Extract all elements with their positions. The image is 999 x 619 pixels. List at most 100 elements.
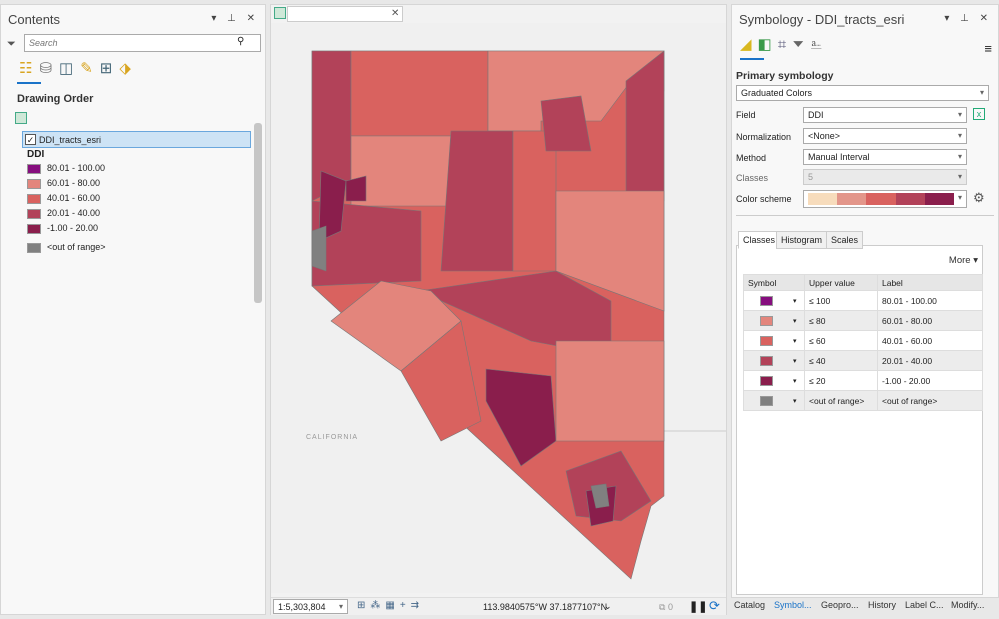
bottom-tab-4[interactable]: Label C... <box>905 600 944 610</box>
chevron-down-icon[interactable]: ▾ <box>793 338 797 345</box>
bottom-tab-1[interactable]: Symbol... <box>774 600 812 610</box>
legend-item: 40.01 - 60.00 <box>27 193 100 204</box>
selection-icon[interactable]: ◫ <box>59 60 80 77</box>
field-select[interactable]: DDI <box>803 107 967 123</box>
label-cell[interactable]: 80.01 - 100.00 <box>877 290 983 311</box>
bottom-tab-3[interactable]: History <box>868 600 896 610</box>
class-row[interactable]: ▾ ≤ 40 20.01 - 40.00 <box>743 350 983 371</box>
class-swatch[interactable] <box>760 335 773 346</box>
ramp-step <box>866 193 896 205</box>
legend-field: DDI <box>27 149 45 160</box>
symbol-cell[interactable]: ▾ <box>743 390 805 411</box>
label-cell[interactable]: 40.01 - 60.00 <box>877 330 983 351</box>
upper-value-cell[interactable]: <out of range> <box>804 390 878 411</box>
tab-classes[interactable]: Classes <box>738 231 781 249</box>
chevron-down-icon[interactable]: ▾ <box>793 378 797 385</box>
coord-dropdown[interactable]: ⌄ <box>604 601 612 612</box>
scrollbar[interactable] <box>254 123 262 303</box>
expression-button[interactable]: x <box>973 108 985 120</box>
normalization-select[interactable]: <None> <box>803 128 967 144</box>
ramp-step <box>837 193 867 205</box>
label-cell[interactable]: 60.01 - 80.00 <box>877 310 983 331</box>
class-row[interactable]: ▾ ≤ 100 80.01 - 100.00 <box>743 290 983 311</box>
search-input[interactable] <box>24 34 261 52</box>
map-view[interactable]: ✕ CALIFORNIA 1:5,303,804 ▾ ⊞⁂▦+⇉ 113.984… <box>270 4 727 615</box>
filter-icon[interactable]: ⏷ <box>7 38 16 51</box>
symbol-cell[interactable]: ▾ <box>743 310 805 331</box>
upper-value-cell[interactable]: ≤ 80 <box>804 310 878 331</box>
class-row[interactable]: ▾ ≤ 80 60.01 - 80.00 <box>743 310 983 331</box>
renderer-select[interactable]: Graduated Colors <box>736 85 989 101</box>
col-label[interactable]: Label <box>877 274 983 291</box>
upper-value-cell[interactable]: ≤ 40 <box>804 350 878 371</box>
tab-scales[interactable]: Scales <box>826 231 864 249</box>
symbol-cell[interactable]: ▾ <box>743 330 805 351</box>
chevron-down-icon[interactable]: ▾ <box>793 298 797 305</box>
selected-count: 0 <box>667 602 673 612</box>
label-cell[interactable]: <out of range> <box>877 390 983 411</box>
region <box>311 225 327 272</box>
tab-histogram[interactable]: Histogram <box>776 231 828 249</box>
close-tab-icon[interactable]: ✕ <box>391 8 399 19</box>
upper-value-cell[interactable]: ≤ 20 <box>804 370 878 391</box>
selected-features[interactable]: ⧉ 0 <box>659 602 673 613</box>
class-swatch[interactable] <box>760 395 773 406</box>
more-label: More <box>948 255 971 266</box>
chevron-down-icon[interactable]: ▾ <box>793 398 797 405</box>
color-ramp <box>808 193 955 205</box>
drawing-order-icon[interactable]: ☷ <box>19 60 39 77</box>
active-tab-indicator <box>17 82 41 84</box>
label-cell[interactable]: -1.00 - 20.00 <box>877 370 983 391</box>
class-row[interactable]: ▾ ≤ 60 40.01 - 60.00 <box>743 330 983 351</box>
map-node-icon[interactable] <box>15 112 27 124</box>
layer-row[interactable]: ✓ DDI_tracts_esri <box>22 131 251 148</box>
layer-checkbox[interactable]: ✓ <box>25 134 36 145</box>
map-tools[interactable]: ⊞⁂▦+⇉ <box>357 600 424 611</box>
class-row[interactable]: ▾ ≤ 20 -1.00 - 20.00 <box>743 370 983 391</box>
chevron-down-icon[interactable]: ▾ <box>793 358 797 365</box>
upper-value-cell[interactable]: ≤ 100 <box>804 290 878 311</box>
upper-value-cell[interactable]: ≤ 60 <box>804 330 878 351</box>
symbol-cell[interactable]: ▾ <box>743 350 805 371</box>
editing-icon[interactable]: ✎ <box>80 60 100 77</box>
region <box>555 340 665 442</box>
class-swatch[interactable] <box>760 315 773 326</box>
symbol-cell[interactable]: ▾ <box>743 370 805 391</box>
scale-select[interactable]: 1:5,303,804 <box>273 599 348 614</box>
pause-button[interactable]: ❚❚ <box>689 600 707 613</box>
class-row[interactable]: ▾ <out of range> <out of range> <box>743 390 983 411</box>
primary-symbology-icon[interactable]: ◢ <box>740 36 758 53</box>
class-swatch[interactable] <box>760 295 773 306</box>
snapping-icon[interactable]: ⊞ <box>100 60 120 77</box>
symbol-cell[interactable]: ▾ <box>743 290 805 311</box>
filter-icon[interactable]: ⏷ <box>792 36 810 53</box>
method-select[interactable]: Manual Interval <box>803 149 967 165</box>
vary-symbology-icon[interactable]: ◧ <box>758 36 778 53</box>
col-upper[interactable]: Upper value <box>804 274 878 291</box>
chevron-down-icon[interactable]: ▾ <box>793 318 797 325</box>
bottom-tab-0[interactable]: Catalog <box>734 600 765 610</box>
bottom-tab-5[interactable]: Modify... <box>951 600 984 610</box>
bottom-tab-2[interactable]: Geopro... <box>821 600 859 610</box>
refresh-button[interactable]: ⟳ <box>709 598 720 614</box>
class-swatch[interactable] <box>760 375 773 386</box>
pane-controls[interactable]: ▾ ⊥ ✕ <box>944 13 992 24</box>
legend-label: -1.00 - 20.00 <box>47 223 99 233</box>
ramp-step <box>895 193 925 205</box>
pane-controls[interactable]: ▾ ⊥ ✕ <box>211 13 259 24</box>
symbol-layers-icon[interactable]: ⌗ <box>778 36 792 53</box>
map-tab[interactable] <box>287 6 403 22</box>
source-icon[interactable]: ⛁ <box>39 60 59 77</box>
gear-icon[interactable]: ⚙ <box>973 190 985 206</box>
color-scheme-select[interactable] <box>803 190 967 208</box>
region <box>512 130 557 272</box>
search-icon[interactable]: ⚲ <box>237 36 244 47</box>
more-button[interactable]: More ▾ <box>949 255 978 266</box>
label-cell[interactable]: 20.01 - 40.00 <box>877 350 983 371</box>
menu-icon[interactable]: ≡ <box>984 41 992 56</box>
label-icon[interactable]: ⎁ <box>810 36 828 53</box>
map-canvas[interactable]: CALIFORNIA <box>271 23 726 593</box>
col-symbol[interactable]: Symbol <box>743 274 805 291</box>
labeling-icon[interactable]: ⬗ <box>119 60 138 77</box>
class-swatch[interactable] <box>760 355 773 366</box>
